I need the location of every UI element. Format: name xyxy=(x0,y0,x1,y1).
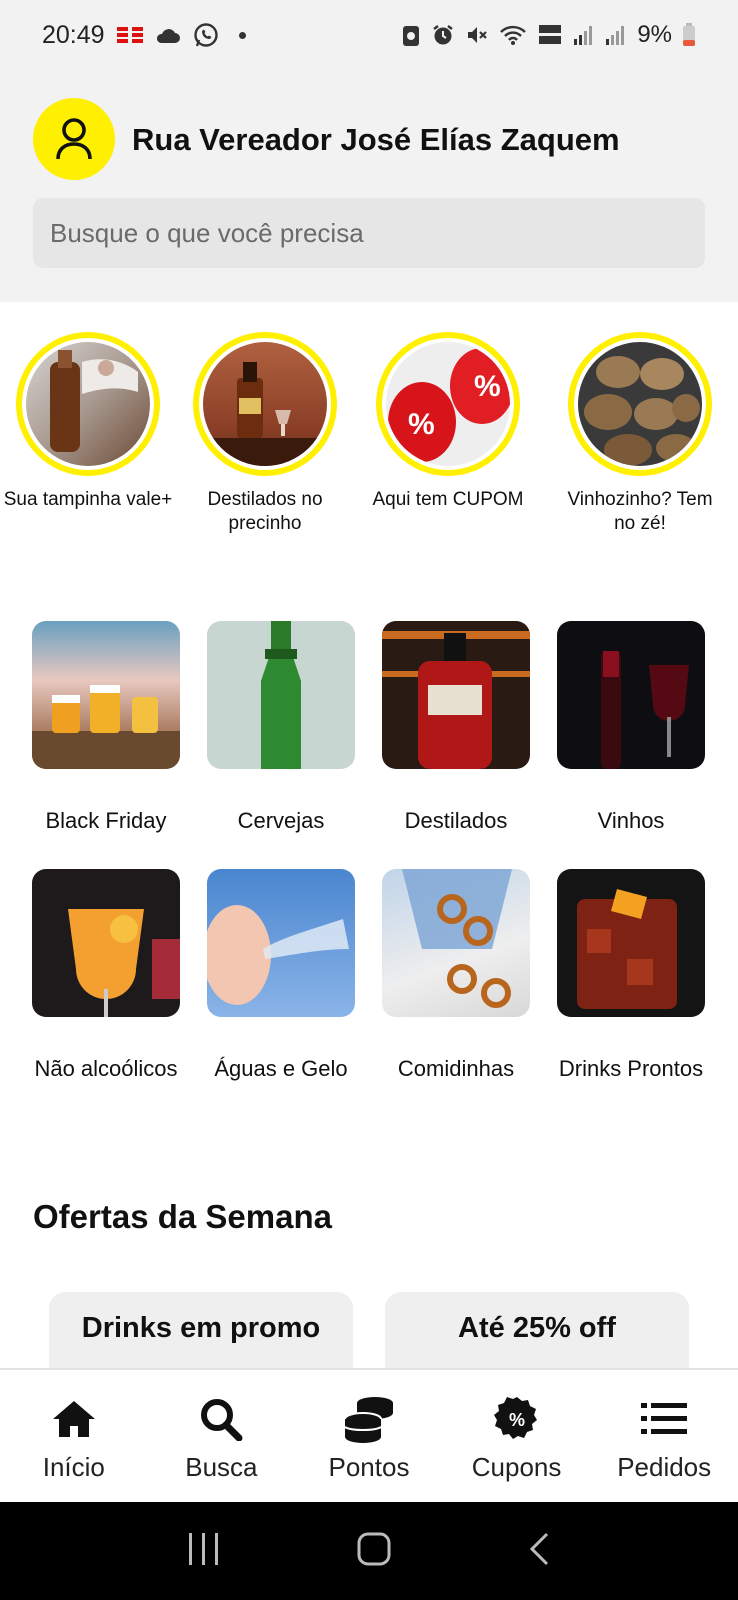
category-label: Comidinhas xyxy=(397,1056,515,1081)
back-button[interactable] xyxy=(527,1531,551,1572)
bank-icon xyxy=(116,25,143,45)
story-item[interactable]: Vinhozinho? Tem no zé! xyxy=(555,332,725,536)
nav-label: Cupons xyxy=(471,1452,562,1482)
mute-icon xyxy=(465,23,489,47)
svg-text:%: % xyxy=(509,1410,525,1430)
svg-text:%: % xyxy=(408,408,435,441)
category-label: Vinhos xyxy=(597,808,665,833)
category-image xyxy=(207,621,355,769)
nav-item-pontos[interactable]: Pontos xyxy=(295,1370,443,1502)
category-item[interactable]: Destilados xyxy=(381,621,531,835)
nav-label: Pedidos xyxy=(617,1452,712,1482)
wifi-icon xyxy=(499,24,527,46)
category-image xyxy=(382,621,530,769)
user-icon xyxy=(56,118,92,160)
signal-roaming-icon xyxy=(605,24,627,46)
battery-percentage: 9% xyxy=(637,21,672,48)
category-label: Black Friday xyxy=(45,808,167,833)
story-item[interactable]: %% Aqui tem CUPOM xyxy=(363,332,533,512)
search-icon xyxy=(198,1394,244,1444)
category-item[interactable]: Vinhos xyxy=(556,621,706,835)
offer-label: Até 25% off xyxy=(458,1312,616,1344)
recycle-icon xyxy=(401,23,421,47)
category-image xyxy=(32,621,180,769)
alarm-icon xyxy=(431,23,455,47)
category-label: Destilados xyxy=(404,808,508,833)
svg-text:%: % xyxy=(474,370,501,403)
story-image xyxy=(203,342,327,466)
category-item[interactable]: Comidinhas xyxy=(381,869,531,1083)
cloud-icon xyxy=(155,26,181,44)
story-label: Vinhozinho? Tem no zé! xyxy=(567,489,713,534)
story-label: Destilados no precinho xyxy=(207,489,323,534)
nav-item-cupons[interactable]: % Cupons xyxy=(443,1370,591,1502)
story-label: Aqui tem CUPOM xyxy=(372,489,524,510)
list-icon xyxy=(641,1394,688,1444)
story-item[interactable]: Destilados no precinho xyxy=(180,332,350,536)
category-label: Não alcoólicos xyxy=(34,1056,178,1081)
story-item[interactable]: Sua tampinha vale+ xyxy=(3,332,173,512)
category-item[interactable]: Drinks Prontos xyxy=(556,869,706,1083)
coupon-icon: % xyxy=(493,1394,541,1444)
battery-icon xyxy=(682,23,696,47)
category-image xyxy=(382,869,530,1017)
whatsapp-icon xyxy=(193,22,219,48)
offer-label: Drinks em promo xyxy=(81,1312,321,1344)
home-icon xyxy=(51,1394,97,1444)
nav-label: Início xyxy=(42,1452,105,1482)
status-time: 20:49 xyxy=(42,20,105,49)
home-button[interactable] xyxy=(356,1531,392,1572)
story-image xyxy=(26,342,150,466)
system-nav-bar xyxy=(0,1502,738,1600)
bottom-nav: Início Busca Pontos % Cupons Pedidos xyxy=(0,1368,738,1502)
category-label: Águas e Gelo xyxy=(214,1056,348,1081)
nav-item-busca[interactable]: Busca xyxy=(148,1370,296,1502)
lte-icon xyxy=(537,23,563,47)
header: Rua Vereador José Elías Zaquem xyxy=(0,70,738,302)
category-item[interactable]: Não alcoólicos xyxy=(31,869,181,1083)
nav-label: Busca xyxy=(185,1452,258,1482)
category-image xyxy=(32,869,180,1017)
story-label: Sua tampinha vale+ xyxy=(3,489,173,510)
story-image xyxy=(578,342,702,466)
category-label: Drinks Prontos xyxy=(558,1056,704,1081)
search-input[interactable] xyxy=(33,198,705,268)
profile-avatar[interactable] xyxy=(33,98,115,180)
stories-row: Sua tampinha vale+ Destilados no precinh… xyxy=(0,332,738,542)
recent-apps-button[interactable] xyxy=(187,1531,221,1572)
nav-item-inicio[interactable]: Início xyxy=(0,1370,148,1502)
signal-icon xyxy=(573,24,595,46)
category-label: Cervejas xyxy=(237,808,325,833)
category-item[interactable]: Cervejas xyxy=(206,621,356,835)
coins-icon xyxy=(343,1394,395,1444)
category-item[interactable]: Black Friday xyxy=(31,621,181,835)
notification-dot xyxy=(238,31,246,39)
section-title: Ofertas da Semana xyxy=(33,1198,332,1235)
category-image xyxy=(557,621,705,769)
story-image: %% xyxy=(386,342,510,466)
category-item[interactable]: Águas e Gelo xyxy=(206,869,356,1083)
category-image xyxy=(557,869,705,1017)
delivery-address[interactable]: Rua Vereador José Elías Zaquem xyxy=(132,122,620,158)
status-bar: 20:49 9% xyxy=(0,0,738,70)
category-image xyxy=(207,869,355,1017)
nav-label: Pontos xyxy=(328,1452,410,1482)
nav-item-pedidos[interactable]: Pedidos xyxy=(590,1370,738,1502)
